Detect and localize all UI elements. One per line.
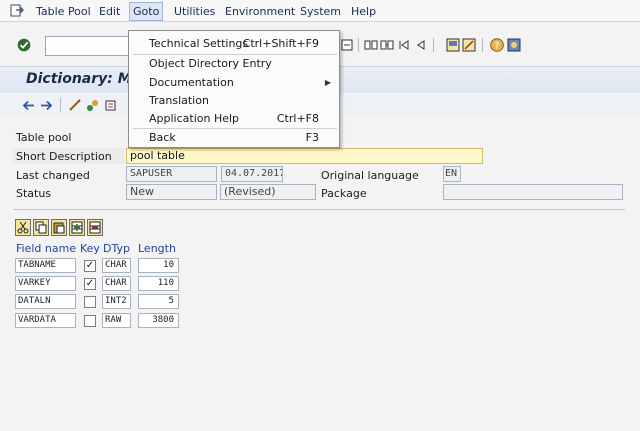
original-language-field: EN [443,166,461,182]
toolbar-separator [358,38,359,52]
column-header-field-name[interactable]: Field name [16,242,76,255]
status-label: Status [16,187,52,200]
status-revised-field: (Revised) [220,184,316,200]
table-pool-label: Table pool [16,131,72,144]
column-header-key[interactable]: Key [80,242,100,255]
menu-item-translation[interactable]: Translation [149,94,209,107]
toolbar-separator [60,98,61,112]
last-changed-label: Last changed [16,169,90,182]
delete-row-icon[interactable] [87,219,103,236]
dtyp-cell[interactable]: CHAR [102,276,131,291]
menu-item-application-help[interactable]: Application Help [149,112,239,125]
length-cell[interactable]: 3800 [138,313,179,328]
dtyp-cell[interactable]: RAW [102,313,131,328]
dtyp-cell[interactable]: INT2 [102,294,131,309]
package-field [443,184,623,200]
paste-icon[interactable] [51,219,67,236]
menu-help[interactable]: Help [351,4,376,19]
shortcut-application-help: Ctrl+F8 [276,112,319,125]
status-field: New [126,184,217,200]
find-next-icon[interactable] [380,38,394,52]
cut-icon[interactable] [15,219,31,236]
menu-utilities[interactable]: Utilities [174,4,215,19]
new-session-icon[interactable] [446,38,460,52]
column-header-length[interactable]: Length [138,242,176,255]
page-title: Dictionary: Ma [26,71,142,87]
short-description-label: Short Description [16,150,112,163]
key-checkbox[interactable] [84,315,96,327]
first-page-icon[interactable] [397,38,411,52]
field-name-cell[interactable]: VARKEY [15,276,76,291]
display-change-icon[interactable] [68,99,81,112]
original-language-label: Original language [321,169,419,182]
toolbar-separator [482,38,483,52]
arrow-left-icon[interactable] [22,99,35,112]
dtyp-cell[interactable]: CHAR [102,258,131,273]
menu-environment[interactable]: Environment [225,4,295,19]
shortcut-icon[interactable] [340,38,354,52]
menu-item-documentation[interactable]: Documentation [149,76,234,89]
menu-bar: Table Pool Edit Goto Utilities Environme… [0,0,640,22]
package-label: Package [321,187,367,200]
length-cell[interactable]: 10 [138,258,179,273]
insert-row-icon[interactable] [69,219,85,236]
divider [13,209,625,210]
menu-item-technical-settings[interactable]: Technical Settings [149,37,248,50]
svg-text:?: ? [495,42,500,52]
enter-checkmark-icon[interactable] [17,38,31,52]
short-description-input[interactable]: pool table [126,148,483,164]
activate-icon[interactable] [86,99,99,112]
menu-table-pool[interactable]: Table Pool [36,4,91,19]
goto-dropdown-menu: Technical Settings Ctrl+Shift+F9 Object … [128,30,340,148]
shortcut-create-icon[interactable] [462,38,476,52]
where-used-icon[interactable] [104,99,117,112]
field-name-cell[interactable]: DATALN [15,294,76,309]
previous-page-icon[interactable] [413,38,427,52]
command-field[interactable] [45,36,135,56]
length-cell[interactable]: 5 [138,294,179,309]
shortcut-back: F3 [305,131,319,144]
last-changed-user-field: SAPUSER [126,166,217,182]
menu-separator [133,128,337,129]
column-header-dtyp[interactable]: DTyp [103,242,130,255]
menu-system[interactable]: System [300,4,341,19]
help-icon[interactable]: ? [490,38,504,52]
key-checkbox[interactable]: ✓ [84,260,96,272]
length-cell[interactable]: 110 [138,276,179,291]
menu-edit[interactable]: Edit [99,4,120,19]
key-checkbox[interactable] [84,296,96,308]
field-name-cell[interactable]: TABNAME [15,258,76,273]
toolbar-separator [433,38,434,52]
exit-icon[interactable] [10,4,24,17]
menu-separator [133,54,337,55]
last-changed-date-field: 04.07.2017 [221,166,283,182]
menu-item-back[interactable]: Back [149,131,176,144]
shortcut-technical-settings: Ctrl+Shift+F9 [242,37,319,50]
submenu-arrow-icon: ▶ [324,78,331,87]
menu-goto[interactable]: Goto [129,2,164,21]
copy-icon[interactable] [33,219,49,236]
menu-item-object-directory-entry[interactable]: Object Directory Entry [149,57,272,70]
customize-layout-icon[interactable] [507,38,521,52]
field-name-cell[interactable]: VARDATA [15,313,76,328]
arrow-right-icon[interactable] [40,99,53,112]
find-icon[interactable] [364,38,378,52]
key-checkbox[interactable]: ✓ [84,278,96,290]
